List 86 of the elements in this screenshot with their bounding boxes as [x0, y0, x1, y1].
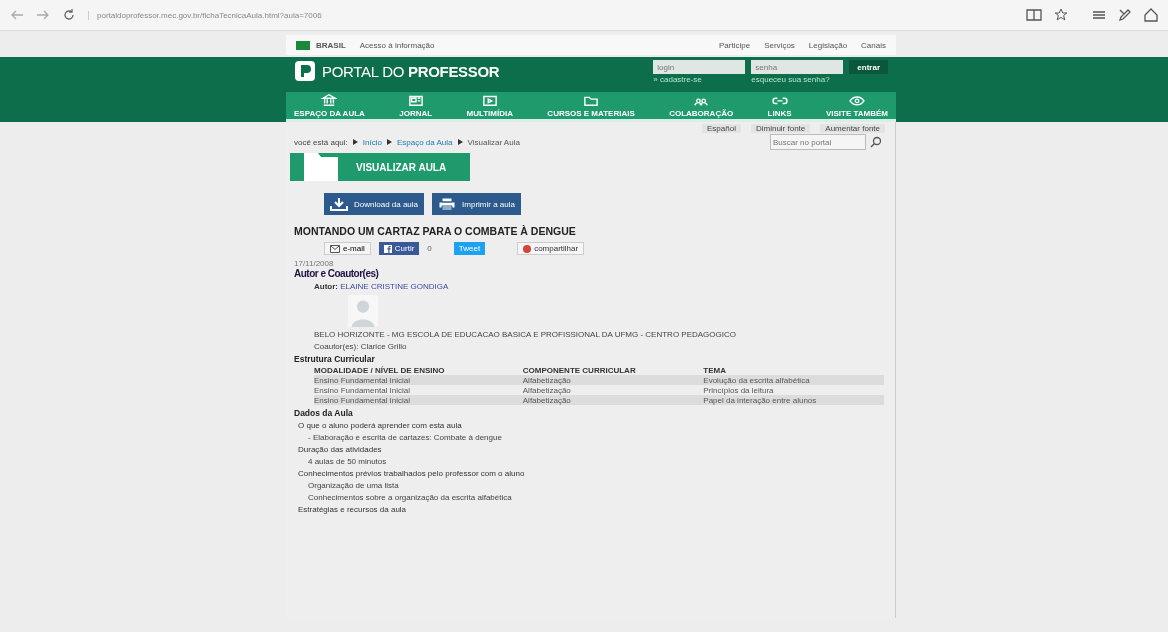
- author-label: Autor:: [314, 282, 338, 291]
- logo-icon: [294, 60, 316, 82]
- nav-item[interactable]: JORNAL: [399, 93, 433, 118]
- lesson-title: MONTANDO UM CARTAZ PARA O COMBATE À DENGUE: [294, 225, 577, 237]
- search-field[interactable]: Buscar no portal: [770, 134, 866, 150]
- section-text: 4 aulas de 50 minutos: [308, 457, 388, 466]
- email-button[interactable]: e-mail: [324, 242, 371, 255]
- newspaper-icon: [407, 93, 424, 107]
- nav-item[interactable]: VISITE TAMBÉM: [825, 93, 888, 118]
- reading-view-icon[interactable]: [1026, 8, 1042, 22]
- language-link[interactable]: Español: [702, 124, 741, 133]
- print-button[interactable]: Imprimir a aula: [432, 193, 521, 215]
- facebook-icon: [383, 244, 392, 253]
- home-icon[interactable]: [1144, 8, 1158, 22]
- table-cell: Alfabetização: [522, 385, 704, 395]
- nav-item[interactable]: LINKS: [767, 93, 792, 118]
- nav-item[interactable]: COLABORAÇÃO: [669, 93, 734, 118]
- breadcrumb-link[interactable]: Espaço da Aula: [396, 137, 453, 147]
- share-button[interactable]: compartilhar: [517, 242, 585, 255]
- table-cell: Alfabetização: [522, 375, 704, 385]
- printer-icon: [438, 197, 457, 211]
- table-cell: Evolução da escrita alfabética: [703, 375, 884, 385]
- chevron-icon: [457, 139, 463, 145]
- screen-icon: [481, 93, 498, 107]
- download-icon: [330, 197, 348, 211]
- folder-icon: [304, 153, 338, 181]
- gov-link[interactable]: Legislação: [808, 40, 848, 50]
- gov-link[interactable]: Participe: [719, 40, 751, 50]
- like-button[interactable]: Curtir: [378, 242, 420, 255]
- section-label: Estratégias e recursos da aula: [298, 505, 408, 514]
- nav-item[interactable]: MULTIMÍDIA: [466, 93, 513, 118]
- column-header: MODALIDADE / NÍVEL DE ENSINO: [314, 366, 523, 375]
- brand-label[interactable]: BRASIL: [316, 40, 346, 50]
- lesson-data-heading: Dados da Aula: [294, 408, 354, 418]
- section-label: Conhecimentos prévios trabalhados pelo professor com o aluno: [298, 469, 526, 478]
- search-icon[interactable]: [870, 136, 882, 148]
- like-count: 0: [427, 244, 432, 253]
- author-link[interactable]: ELAINE CRISTINE GONDIGA: [340, 282, 449, 291]
- breadcrumb-label: você está aqui:: [294, 137, 348, 147]
- address-field[interactable]: portaldoprofessor.mec.gov.br/fichaTecnicaAula.html?aula=7006: [88, 10, 322, 20]
- gov-link[interactable]: Canais: [861, 40, 886, 50]
- pen-icon[interactable]: [1118, 8, 1132, 22]
- table-cell: Papel da interação entre alunos: [703, 395, 884, 405]
- nav-item[interactable]: ESPAÇO DA AULA: [294, 93, 365, 118]
- table-cell: Princípios da leitura: [703, 385, 884, 395]
- chevron-icon: [352, 139, 358, 145]
- section-text: Conhecimentos sobre a organização da escrita alfabética: [308, 493, 513, 502]
- section-label: Duração das atividades: [298, 445, 383, 454]
- breadcrumb-link[interactable]: Visualizar Aula: [467, 137, 520, 147]
- password-field[interactable]: senha: [751, 60, 844, 74]
- curriculum-heading: Estrutura Curricular: [294, 354, 376, 364]
- flag-icon: [296, 40, 310, 50]
- forgot-password-link[interactable]: esqueceu sua senha?: [751, 75, 844, 84]
- download-button[interactable]: Download da aula: [324, 193, 425, 215]
- refresh-icon[interactable]: [62, 8, 76, 22]
- table-cell: Alfabetização: [522, 395, 704, 405]
- register-link[interactable]: » cadastre-se: [653, 75, 746, 84]
- section-text: - Elaboração e escrita de cartazes: Combate à dengue: [308, 433, 503, 442]
- envelope-icon: [330, 244, 340, 253]
- breadcrumb-link[interactable]: Início: [362, 137, 382, 147]
- login-button[interactable]: entrar: [849, 60, 888, 74]
- table-cell: Ensino Fundamental Inicial: [314, 395, 523, 405]
- access-link[interactable]: Acesso à informação: [359, 40, 435, 50]
- menu-icon[interactable]: [1092, 8, 1106, 22]
- page-title: VISUALIZAR AULA: [356, 161, 447, 173]
- nav-item[interactable]: CURSOS E MATERIAIS: [547, 93, 635, 118]
- school-text: BELO HORIZONTE - MG ESCOLA DE EDUCACAO BASICA E PROFISSIONAL DA UFMG - CENTRO PEDAGOGICO: [314, 330, 737, 339]
- lesson-date: 17/11/2008: [294, 259, 335, 268]
- login-field[interactable]: login: [653, 60, 746, 74]
- increase-font-link[interactable]: Aumentar fonte: [820, 124, 885, 133]
- star-icon[interactable]: [1054, 8, 1068, 22]
- decrease-font-link[interactable]: Diminuir fonte: [750, 124, 811, 133]
- column-header: COMPONENTE CURRICULAR: [522, 366, 704, 375]
- table-cell: Ensino Fundamental Inicial: [314, 375, 523, 385]
- column-header: TEMA: [703, 366, 884, 375]
- section-text: Organização de uma lista: [308, 481, 400, 490]
- avatar-icon: [348, 295, 378, 327]
- gov-link[interactable]: Serviços: [764, 40, 795, 50]
- chevron-icon: [386, 139, 392, 145]
- eye-icon: [848, 93, 865, 107]
- table-cell: Ensino Fundamental Inicial: [314, 385, 523, 395]
- logo-text[interactable]: PORTAL DO PROFESSOR: [322, 62, 500, 80]
- section-label: O que o aluno poderá aprender com esta aula: [298, 421, 463, 430]
- coauthors-text: Coautor(es): Clarice Grillo: [314, 342, 408, 351]
- authors-heading: Autor e Coautor(es): [294, 268, 380, 279]
- building-icon: [321, 93, 338, 107]
